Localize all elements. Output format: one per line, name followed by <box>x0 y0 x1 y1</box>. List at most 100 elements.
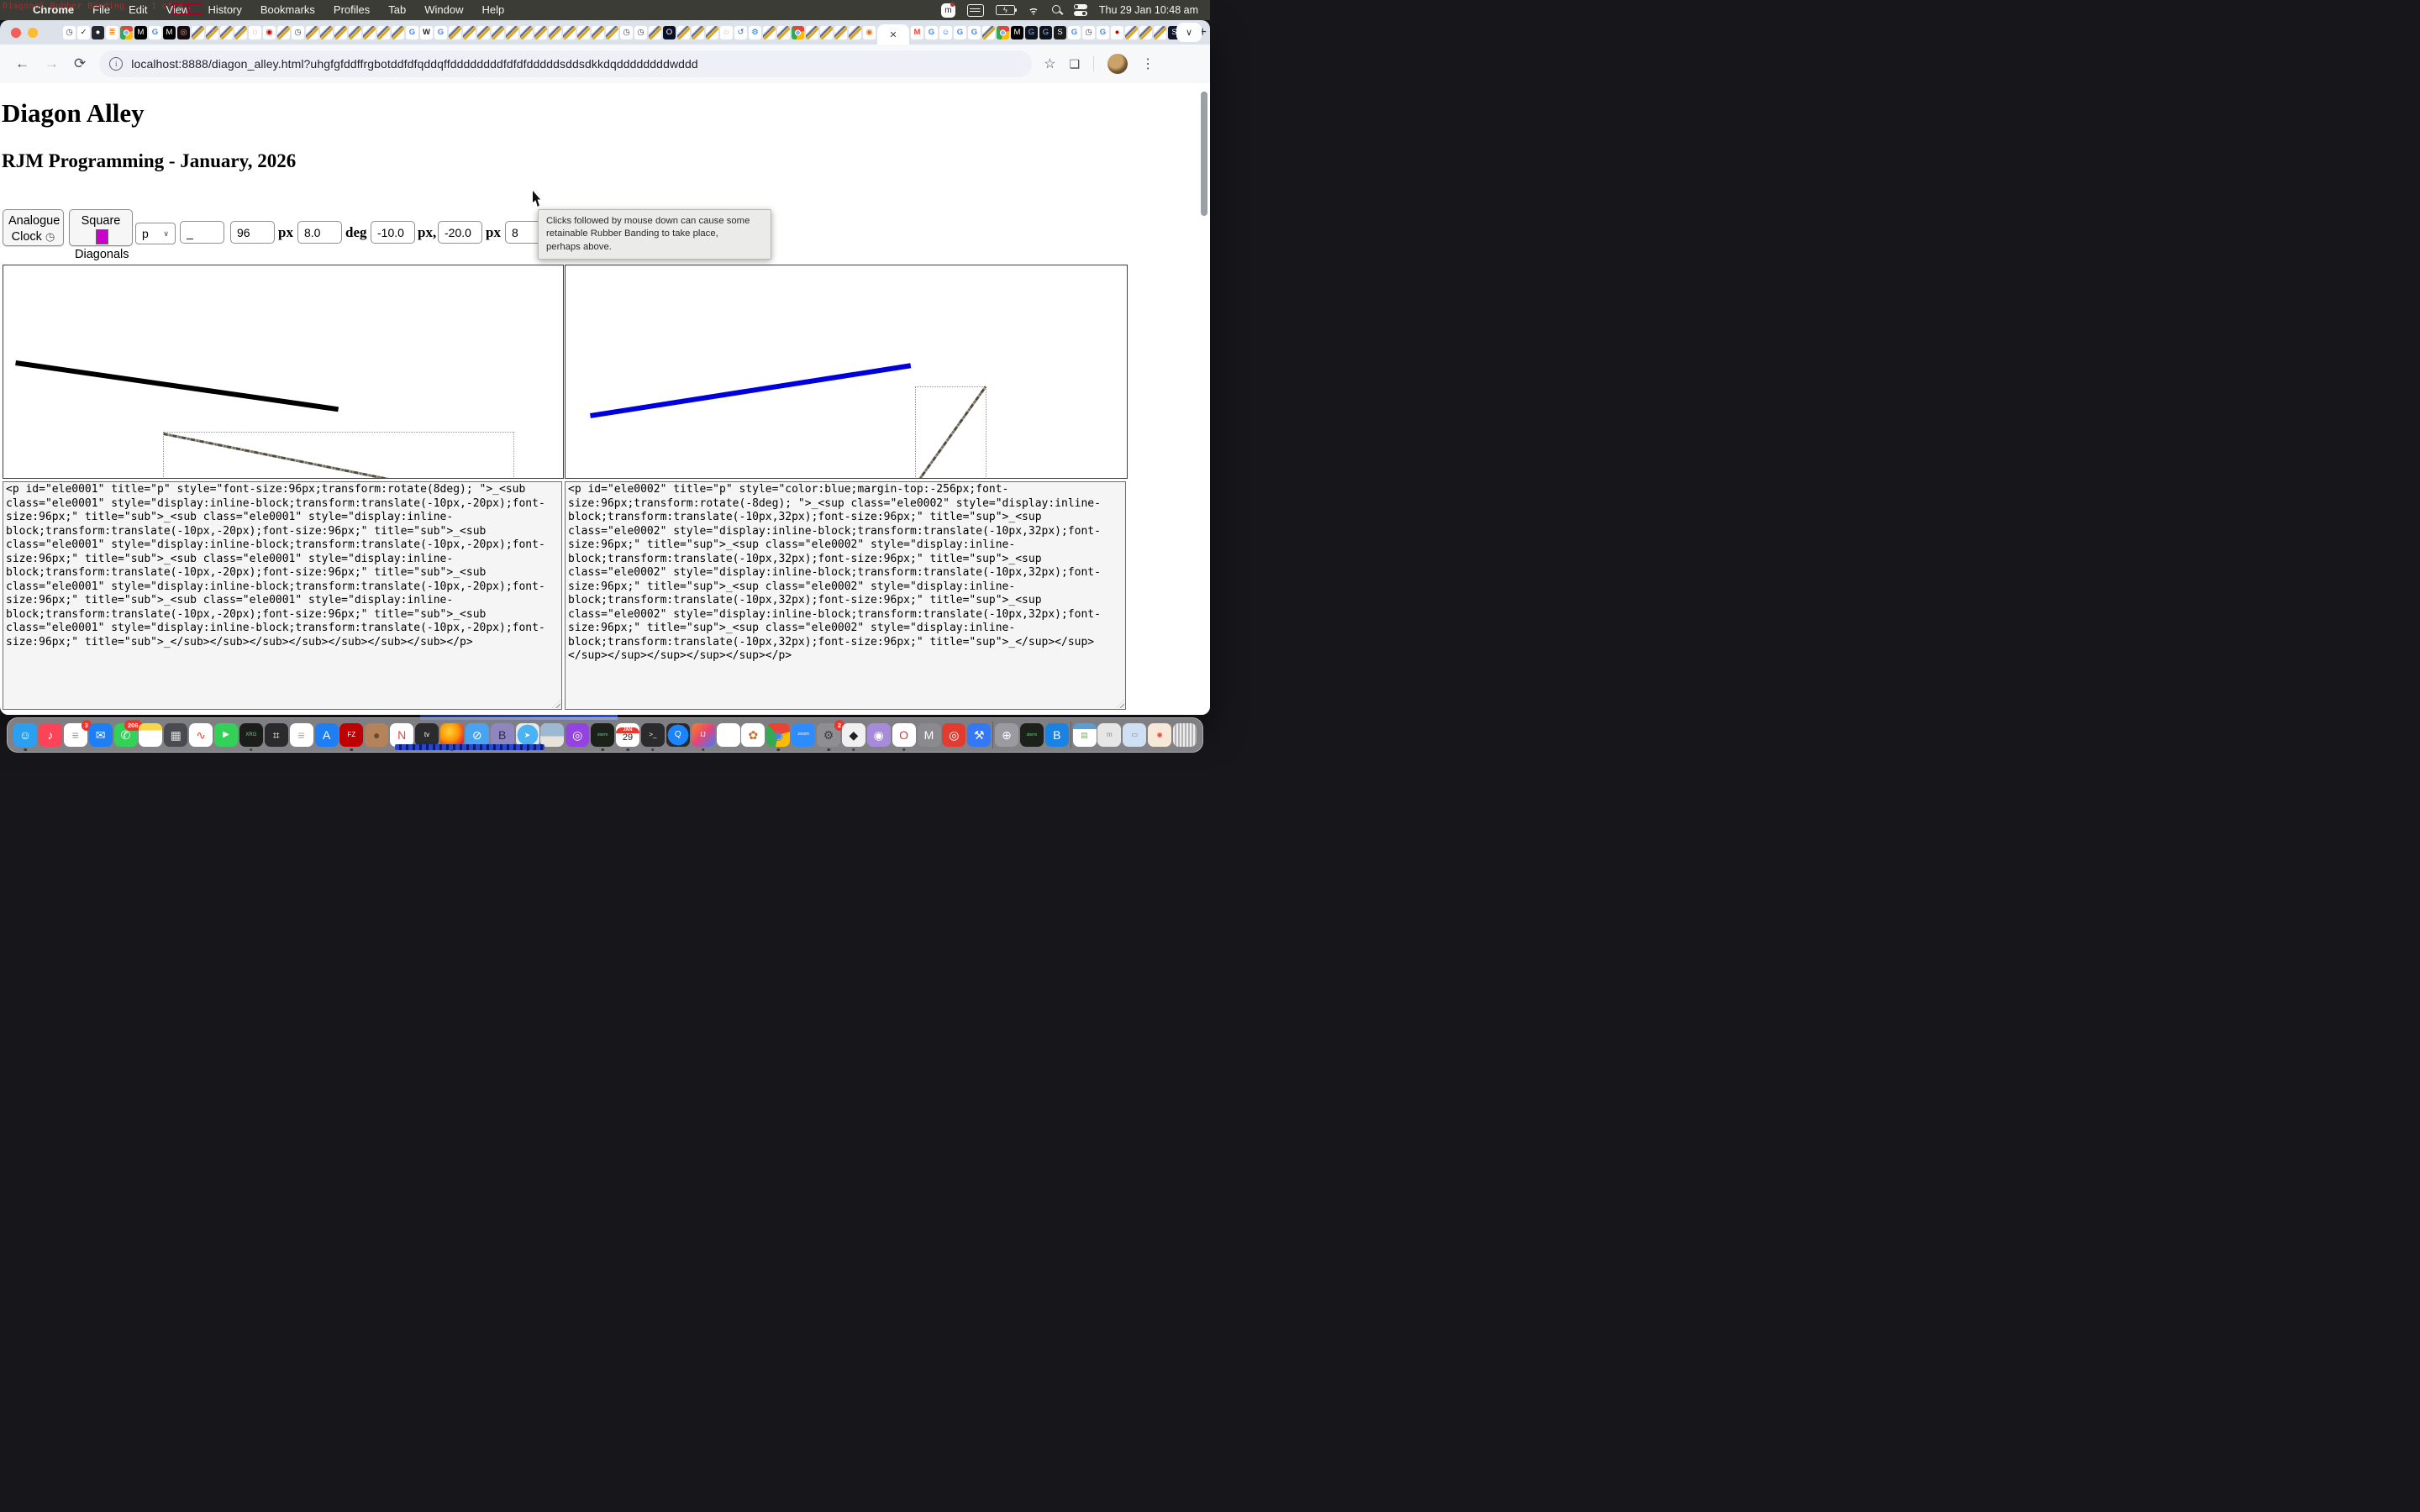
menu-item-history[interactable]: History <box>198 0 250 20</box>
menu-item-window[interactable]: Window <box>415 0 472 20</box>
menu-item-profiles[interactable]: Profiles <box>324 0 379 20</box>
chrome-menu-kebab-icon[interactable]: ⋮ <box>1141 55 1155 72</box>
color-swatch[interactable] <box>96 229 108 244</box>
menu-item-help[interactable]: Help <box>473 0 514 20</box>
dock-item-reminders[interactable]: ≡3 <box>64 723 87 747</box>
dock-item-xterm[interactable]: xterm <box>591 723 614 747</box>
dock-item-photos-viewer[interactable] <box>540 723 564 747</box>
dock-item-firefox[interactable] <box>440 723 464 747</box>
dock-item-downloads-window[interactable]: ▤ <box>1073 723 1097 747</box>
browser-tab-google-icon[interactable]: G <box>968 26 981 39</box>
browser-tab-pencil-icon[interactable] <box>606 26 618 39</box>
browser-tab-pencil-icon[interactable] <box>349 26 361 39</box>
dock-item-filezilla[interactable]: FZ <box>339 723 363 747</box>
bookmark-star-icon[interactable]: ☆ <box>1044 55 1055 72</box>
browser-tab-pencil-icon[interactable] <box>1125 26 1138 39</box>
dock-item-app-store[interactable]: A <box>315 723 339 747</box>
browser-tab-pencil-icon[interactable] <box>334 26 347 39</box>
right-code-textarea[interactable]: <p id="ele0002" title="p" style="color:b… <box>565 481 1126 710</box>
dock-item-apple-tv[interactable]: tv <box>415 723 439 747</box>
browser-tab-pencil-icon[interactable] <box>563 26 576 39</box>
dock-item-facetime[interactable]: ▶ <box>214 723 238 747</box>
browser-tab-wiki-icon[interactable]: W <box>420 26 433 39</box>
address-bar[interactable]: i localhost:8888/diagon_alley.html?uhgfg… <box>99 50 1032 77</box>
translate-y-input[interactable] <box>438 221 482 244</box>
browser-tab-pencil-icon[interactable] <box>806 26 818 39</box>
dock-item-bluetooth[interactable]: B <box>1045 723 1069 747</box>
browser-tab-pencil-icon[interactable] <box>834 26 847 39</box>
maximize-window-button[interactable] <box>45 28 55 38</box>
browser-tab-pencil-icon[interactable] <box>234 26 247 39</box>
left-code-textarea[interactable]: <p id="ele0001" title="p" style="font-si… <box>3 481 562 710</box>
element-select[interactable]: p ∨ <box>135 223 176 244</box>
browser-tab-pencil-icon[interactable] <box>277 26 290 39</box>
browser-tab-clock-icon[interactable]: ◷ <box>292 26 304 39</box>
browser-tab-dots-icon[interactable]: ◌ <box>249 26 261 39</box>
dock-item-podcasts[interactable]: ◎ <box>566 723 589 747</box>
browser-tab-pencil-icon[interactable] <box>363 26 376 39</box>
dock-item-drawing-app[interactable]: ∿ <box>189 723 213 747</box>
browser-tab-google-icon[interactable]: G <box>1068 26 1081 39</box>
active-tab[interactable]: ✕ <box>877 24 909 45</box>
browser-tab-google-icon[interactable]: G <box>434 26 447 39</box>
browser-tab-pencil-icon[interactable] <box>692 26 704 39</box>
browser-tab-google-icon[interactable]: G <box>1097 26 1109 39</box>
dock-item-accessibility[interactable]: ⊕ <box>995 723 1018 747</box>
browser-tab-google-icon[interactable]: G <box>406 26 418 39</box>
browser-tab-pencil-icon[interactable] <box>577 26 590 39</box>
dock-item-trash[interactable] <box>1173 723 1197 747</box>
browser-tab-record-dark-icon[interactable]: ◎ <box>177 26 190 39</box>
dock-item-terminal[interactable]: >_ <box>641 723 665 747</box>
dock-item-safari[interactable]: ➤ <box>516 723 539 747</box>
browser-tab-chrome-dark-icon[interactable] <box>120 26 133 39</box>
dock-item-notes[interactable] <box>139 723 162 747</box>
forward-button[interactable]: → <box>45 55 59 72</box>
dock-item-xrg-monitor[interactable]: XRG <box>239 723 263 747</box>
browser-tab-s-dark-icon[interactable]: S <box>1054 26 1066 39</box>
browser-tab-history-blue-icon[interactable]: ↺ <box>734 26 747 39</box>
reload-button[interactable]: ⟳ <box>74 55 86 72</box>
dock-item-music[interactable]: ♪ <box>39 723 62 747</box>
browser-tab-pencil-icon[interactable] <box>463 26 476 39</box>
dock-item-mamp[interactable]: M <box>918 723 941 747</box>
close-tab-icon[interactable]: ✕ <box>889 29 897 40</box>
dock-item-calendar[interactable]: JAN29 <box>616 723 639 747</box>
browser-tab-gear-blue-icon[interactable]: ⚙ <box>749 26 761 39</box>
dock-item-finder[interactable]: ☺ <box>13 723 37 747</box>
dock-item-phone-pad[interactable]: ⌗ <box>265 723 288 747</box>
character-input[interactable] <box>180 221 224 244</box>
browser-tab-orange-o-icon[interactable]: ◉ <box>863 26 876 39</box>
mk-app-menu-icon[interactable]: m <box>941 3 955 18</box>
dock-item-opera[interactable]: O <box>892 723 916 747</box>
menu-bar-clock[interactable]: Thu 29 Jan 10:48 am <box>1099 4 1198 16</box>
browser-tab-pencil-icon[interactable] <box>1139 26 1152 39</box>
back-button[interactable]: ← <box>15 55 29 72</box>
browser-tab-pencil-icon[interactable] <box>377 26 390 39</box>
extensions-puzzle-icon[interactable]: ❑ <box>1070 57 1081 71</box>
browser-tab-clock-icon[interactable]: ◷ <box>620 26 633 39</box>
dock-item-cat-app[interactable]: ◉ <box>867 723 891 747</box>
site-info-icon[interactable]: i <box>109 57 123 71</box>
translate-x-input[interactable] <box>371 221 415 244</box>
dock-item-zoom[interactable]: zoom <box>792 723 815 747</box>
browser-tab-clock-icon[interactable]: ◷ <box>1082 26 1095 39</box>
browser-tab-pencil-icon[interactable] <box>320 26 333 39</box>
browser-tab-pencil-icon[interactable] <box>777 26 790 39</box>
browser-tab-g-dark-icon[interactable]: G <box>1039 26 1052 39</box>
browser-tab-g-dark-icon[interactable]: G <box>1025 26 1038 39</box>
control-center-icon[interactable] <box>1074 4 1087 16</box>
url-text[interactable]: localhost:8888/diagon_alley.html?uhgfgfd… <box>131 57 698 71</box>
dock-item-mail[interactable]: ✉ <box>89 723 113 747</box>
vertical-scrollbar-thumb[interactable] <box>1201 92 1207 216</box>
spotlight-icon[interactable] <box>1052 5 1062 15</box>
browser-tab-nsw-icon[interactable]: ◉ <box>263 26 276 39</box>
dock-item-system-settings[interactable]: ⚙2 <box>817 723 840 747</box>
browser-tab-pencil-icon[interactable] <box>763 26 776 39</box>
dock-item-paint-palette[interactable]: ✿ <box>741 723 765 747</box>
browser-tab-pencil-icon[interactable] <box>449 26 461 39</box>
browser-tab-medium-icon[interactable]: M <box>1011 26 1023 39</box>
browser-tab-pencil-icon[interactable] <box>506 26 518 39</box>
dock-item-blocked-app[interactable]: ⊘ <box>466 723 489 747</box>
browser-tab-chrome-dark-icon[interactable] <box>997 26 1009 39</box>
dock-item-roulette-game[interactable]: ◎ <box>942 723 965 747</box>
